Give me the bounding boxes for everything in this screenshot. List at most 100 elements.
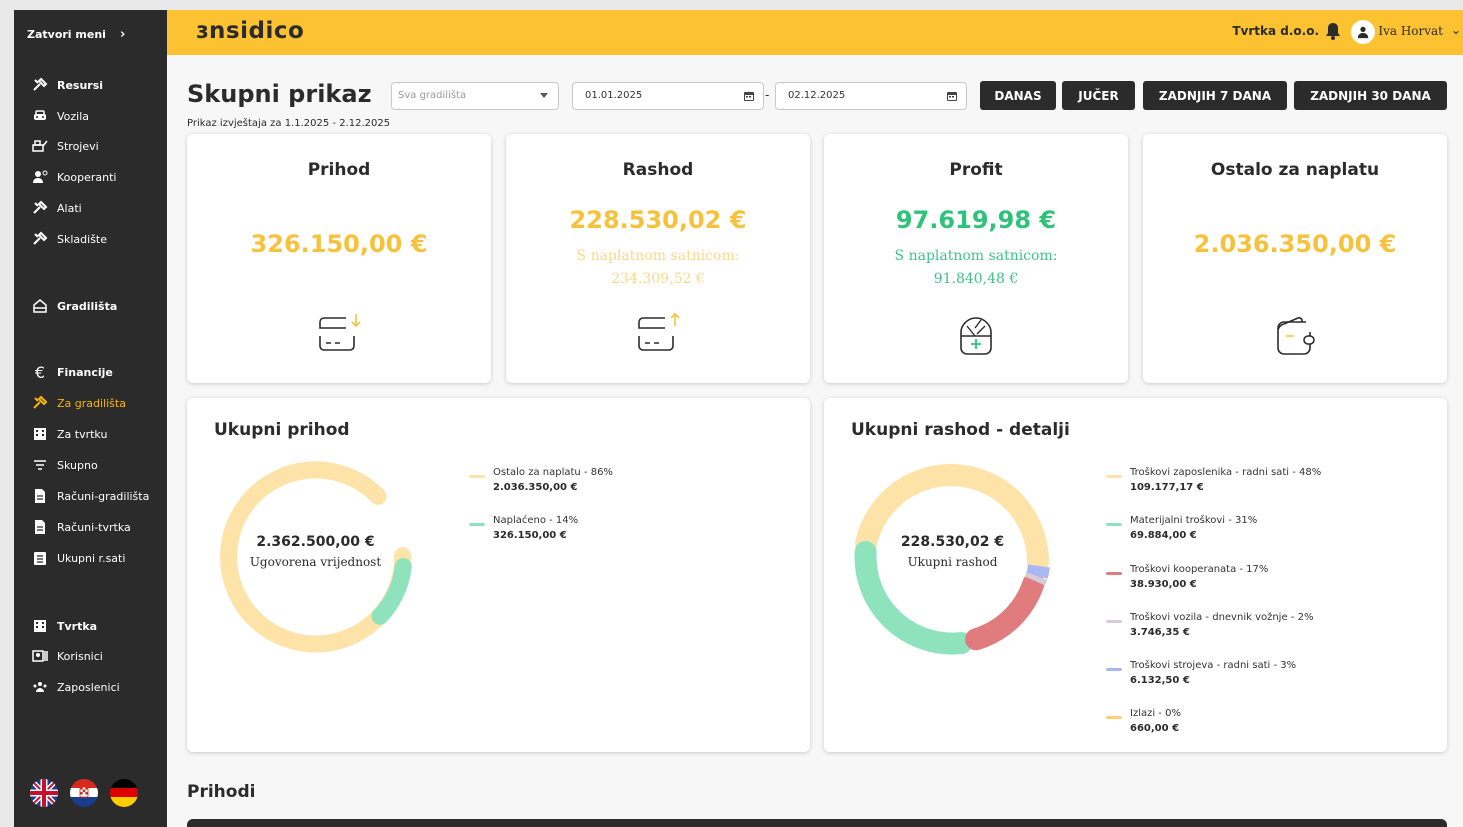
legend-label: Troškovi kooperanata - 17% xyxy=(1130,564,1269,575)
kpi-value: 97.619,98 € xyxy=(895,206,1057,234)
income-chart-card: Ukupni prihod 2.362.500,00 € Ugovorena v… xyxy=(187,398,810,752)
tools-icon xyxy=(31,200,49,216)
machine-icon xyxy=(31,138,49,154)
yesterday-button[interactable]: JUČER xyxy=(1062,81,1135,110)
close-menu-label: Zatvori meni xyxy=(27,28,106,41)
kpi-value: 326.150,00 € xyxy=(250,230,428,258)
site-select-placeholder: Sva gradilišta xyxy=(398,90,467,101)
site-select[interactable]: Sva gradilišta xyxy=(391,82,559,110)
kpi-title: Prihod xyxy=(307,160,371,180)
topbar: ɜnsidico Tvrtka d.o.o. Iva Horvat ⌄ xyxy=(167,10,1463,55)
card-expense-icon xyxy=(638,312,680,351)
sidebar-item-racuni-tvrtka[interactable]: Računi-tvrtka xyxy=(31,517,131,537)
kpi-title: Profit xyxy=(949,160,1003,180)
legend-item: Troškovi strojeva - radni sati - 3% 6.13… xyxy=(1106,660,1297,686)
user-name[interactable]: Iva Horvat xyxy=(1378,24,1443,38)
legend-label: Troškovi strojeva - radni sati - 3% xyxy=(1130,660,1297,671)
last-30-days-button[interactable]: ZADNJIH 30 DANA xyxy=(1294,81,1447,110)
uk-flag-icon[interactable] xyxy=(30,779,58,807)
kpi-value: 228.530,02 € xyxy=(569,206,747,234)
app-logo[interactable]: ɜnsidico xyxy=(196,18,304,44)
sidebar-item-label: Financije xyxy=(57,365,113,379)
legend-value: 326.150,00 € xyxy=(493,530,567,541)
report-range-subtitle: Prikaz izvještaja za 1.1.2025 - 2.12.202… xyxy=(187,118,391,129)
sidebar-item-label: Računi-tvrtka xyxy=(57,520,131,534)
legend-label: Troškovi zaposlenika - radni sati - 48% xyxy=(1130,467,1322,478)
sidebar-item-tvrtka[interactable]: Tvrtka xyxy=(31,616,97,636)
calendar-icon[interactable] xyxy=(743,90,755,102)
bell-icon[interactable] xyxy=(1325,22,1341,40)
kpi-card-rashod: Rashod 228.530,02 € S naplatnom satnicom… xyxy=(506,134,810,383)
sidebar-item-label: Strojevi xyxy=(57,139,99,153)
partners-icon xyxy=(31,169,49,185)
kpi-value: 2.036.350,00 € xyxy=(1193,230,1397,258)
sidebar-item-vozila[interactable]: Vozila xyxy=(31,106,89,126)
avatar[interactable] xyxy=(1351,20,1375,44)
legend-value: 3.746,35 € xyxy=(1130,627,1190,638)
kpi-sub-label: S naplatnom satnicom: xyxy=(576,248,740,264)
sidebar-item-label: Korisnici xyxy=(57,649,103,663)
legend-label: Ostalo za naplatu - 86% xyxy=(493,467,613,478)
legend-value: 660,00 € xyxy=(1130,723,1180,734)
legend-item: Ostalo za naplatu - 86% 2.036.350,00 € xyxy=(469,467,613,493)
sidebar-item-financije[interactable]: € Financije xyxy=(31,362,113,382)
card-income-icon xyxy=(319,314,361,351)
sidebar-item-label: Kooperanti xyxy=(57,170,117,184)
donut-segment-naplaceno[interactable] xyxy=(371,558,412,625)
sidebar-item-gradilista[interactable]: Gradilišta xyxy=(31,296,117,316)
section-title-prihodi: Prihodi xyxy=(187,782,256,802)
legend-item: Materijalni troškovi - 31% 69.884,00 € xyxy=(1106,515,1257,541)
date-separator: - xyxy=(765,88,770,102)
sidebar-item-zaposlenici[interactable]: Zaposlenici xyxy=(31,677,120,697)
sidebar-item-alati[interactable]: Alati xyxy=(31,198,82,218)
team-icon xyxy=(31,679,49,695)
kpi-card-profit: Profit 97.619,98 € S naplatnom satnicom:… xyxy=(824,134,1128,383)
legend-item: Troškovi zaposlenika - radni sati - 48% … xyxy=(1106,467,1322,493)
sidebar: Zatvori meni › Resursi Vozila Strojevi K… xyxy=(14,10,167,827)
chevron-right-icon: › xyxy=(119,27,126,42)
croatia-flag-icon[interactable] xyxy=(70,779,98,807)
sidebar-item-strojevi[interactable]: Strojevi xyxy=(31,136,99,156)
sidebar-item-korisnici[interactable]: Korisnici xyxy=(31,646,103,666)
today-button[interactable]: DANAS xyxy=(980,81,1056,110)
date-from-field[interactable]: 01.01.2025 xyxy=(572,82,764,110)
kpi-card-ostalo-za-naplatu: Ostalo za naplatu 2.036.350,00 € xyxy=(1143,134,1447,383)
chevron-down-icon[interactable]: ⌄ xyxy=(1451,23,1461,37)
kpi-card-prihod: Prihod 326.150,00 € xyxy=(187,134,491,383)
kpi-title: Ostalo za naplatu xyxy=(1210,160,1380,180)
sidebar-item-label: Tvrtka xyxy=(57,619,98,633)
list-icon xyxy=(31,550,49,566)
euro-icon: € xyxy=(34,362,46,382)
date-to-field[interactable]: 02.12.2025 xyxy=(775,82,967,110)
sidebar-item-racuni-gradilista[interactable]: Računi-gradilišta xyxy=(31,486,149,506)
money-bag-icon xyxy=(960,317,992,355)
users-card-icon xyxy=(31,648,49,664)
sidebar-item-kooperanti[interactable]: Kooperanti xyxy=(31,167,116,187)
language-switcher xyxy=(30,779,138,807)
donut-segment-vozila[interactable] xyxy=(1024,572,1048,586)
sidebar-item-skupno[interactable]: Skupno xyxy=(31,455,98,475)
chart-center-value: 2.362.500,00 € xyxy=(256,534,375,550)
chart-title: Ukupni rashod - detalji xyxy=(851,420,1070,440)
sidebar-item-skladiste[interactable]: Skladište xyxy=(31,229,107,249)
last-7-days-button[interactable]: ZADNJIH 7 DANA xyxy=(1143,81,1287,110)
document-icon xyxy=(31,519,49,535)
sidebar-item-label: Skladište xyxy=(57,232,107,246)
calendar-icon[interactable] xyxy=(946,90,958,102)
close-menu-button[interactable]: Zatvori meni › xyxy=(27,27,125,42)
document-icon xyxy=(31,488,49,504)
sidebar-item-label: Za gradilišta xyxy=(57,396,126,410)
sidebar-item-za-gradilista[interactable]: Za gradilišta xyxy=(31,393,126,413)
building-icon xyxy=(31,618,49,634)
legend-item: Troškovi kooperanata - 17% 38.930,00 € xyxy=(1106,564,1269,590)
sidebar-item-label: Za tvrtku xyxy=(57,427,108,441)
caret-down-icon xyxy=(540,93,548,98)
wallet-icon xyxy=(1277,317,1315,355)
sidebar-item-ukupni-r-sati[interactable]: Ukupni r.sati xyxy=(31,548,125,568)
sidebar-item-resursi[interactable]: Resursi xyxy=(31,75,103,95)
donut-segment-kooperanti[interactable] xyxy=(965,572,1045,651)
sidebar-item-za-tvrtku[interactable]: Za tvrtku xyxy=(31,424,107,444)
legend-value: 6.132,50 € xyxy=(1130,675,1190,686)
page-title: Skupni prikaz xyxy=(187,80,372,108)
germany-flag-icon[interactable] xyxy=(110,779,138,807)
